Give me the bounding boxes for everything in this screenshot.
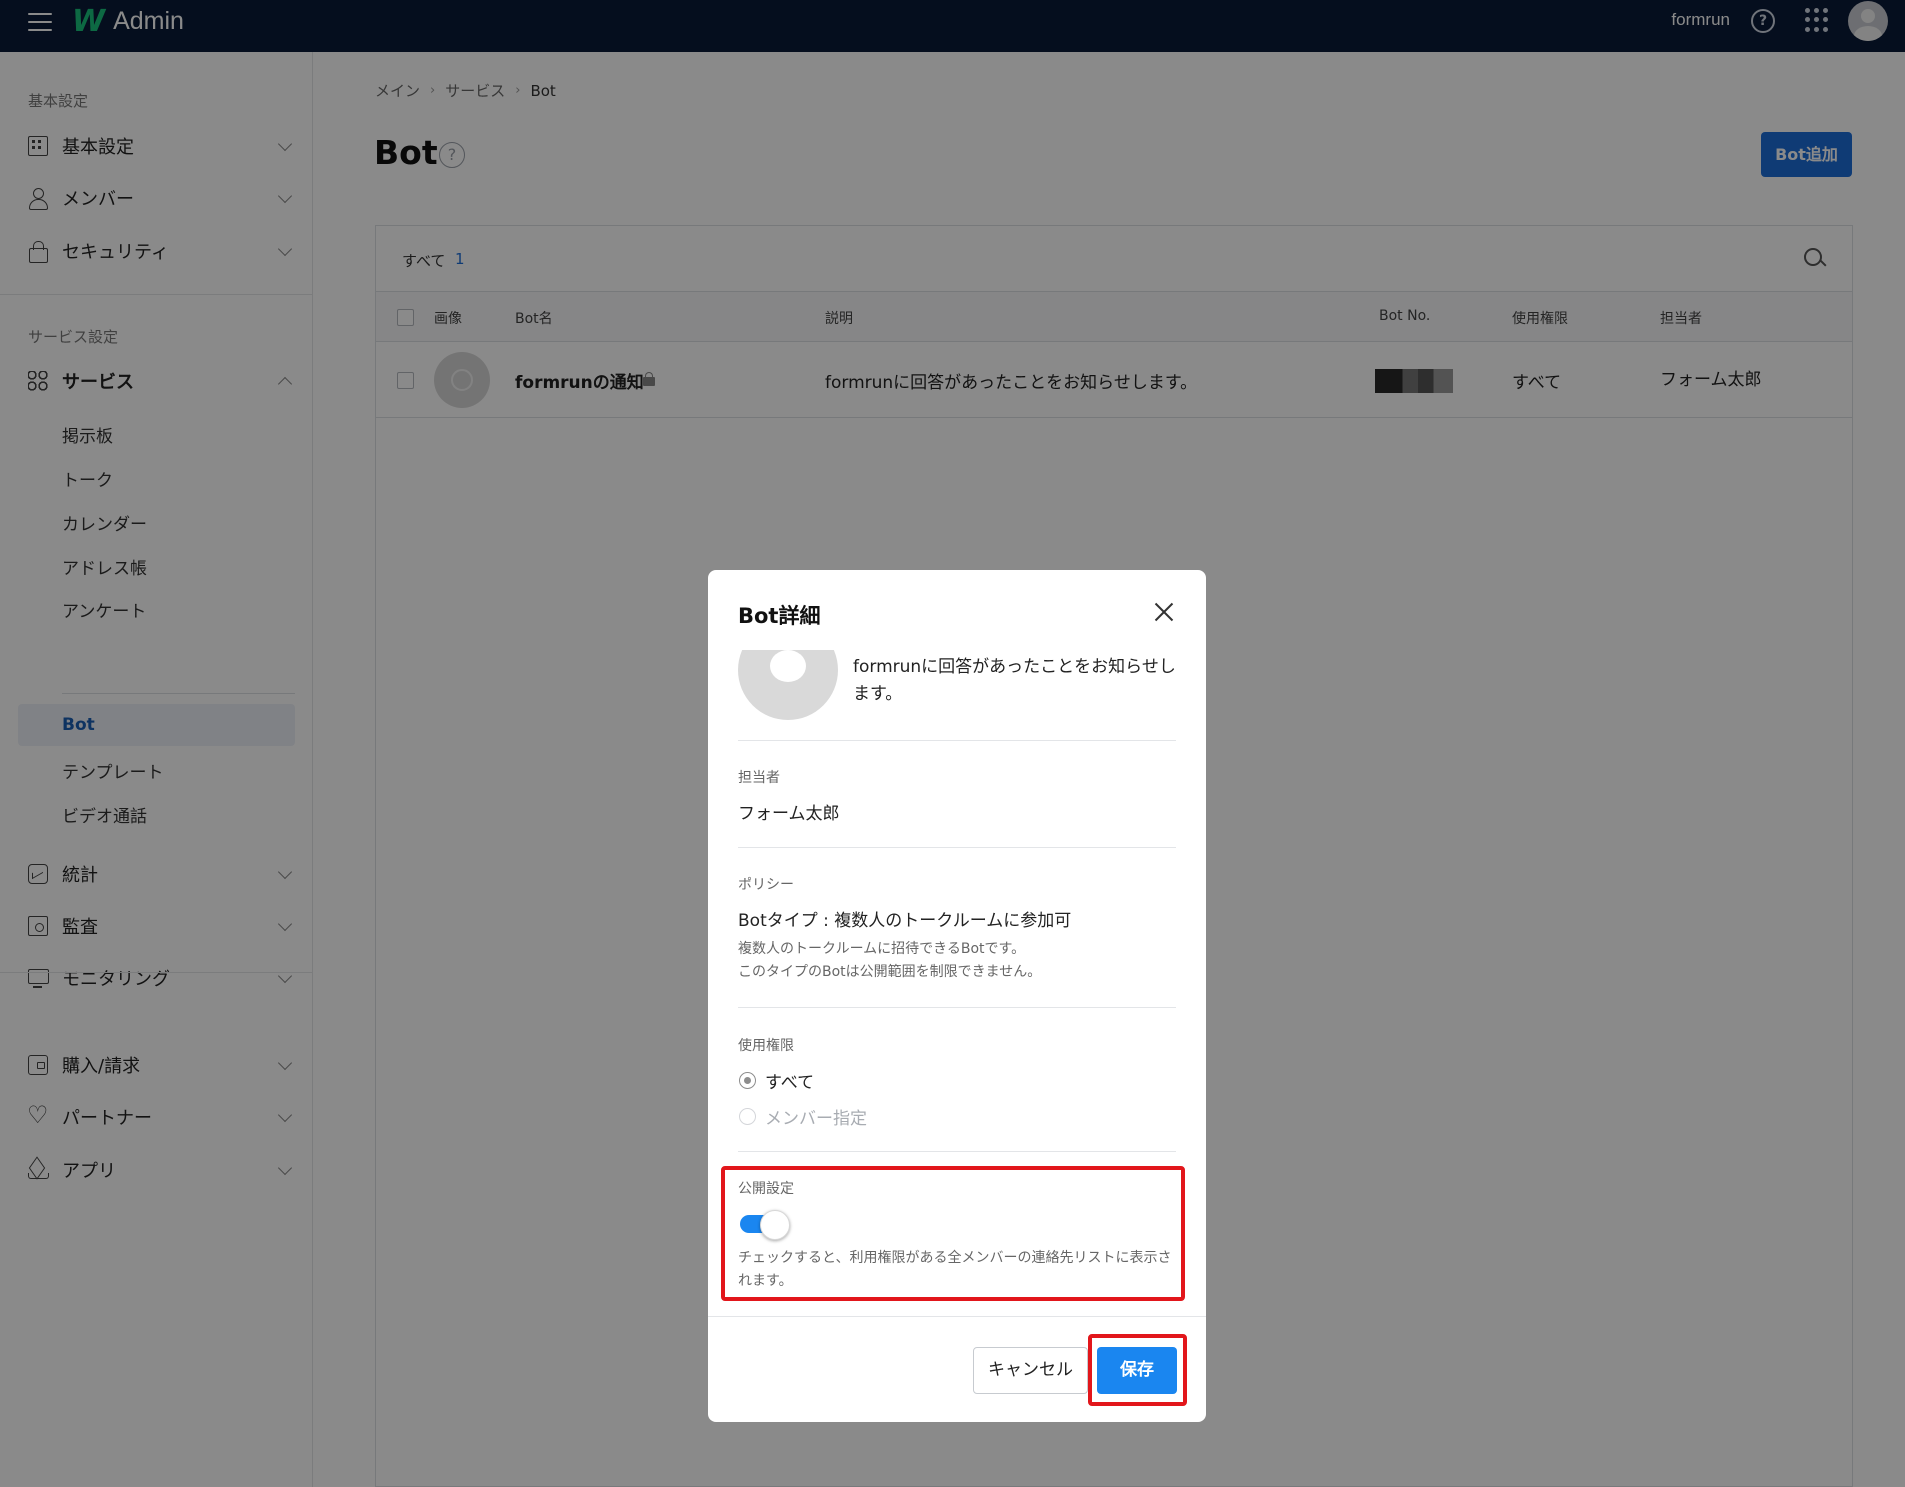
permission-option-all[interactable]: すべて [765,1068,814,1093]
public-setting-help-line: チェックすると、利用権限がある全メンバーの連絡先リストに表示さ [738,1250,1172,1266]
bot-avatar [738,650,838,720]
divider [738,847,1176,848]
public-setting-help-line: れます。 [738,1273,793,1289]
owner-label: 担当者 [738,770,780,786]
public-setting-help: チェックすると、利用権限がある全メンバーの連絡先リストに表示さ れます。 [738,1247,1171,1293]
bot-description-line: ます。 [853,684,903,704]
owner-value: フォーム太郎 [738,804,840,824]
permission-radio-specified [739,1108,756,1125]
divider [738,740,1176,741]
policy-help: 複数人のトークルームに招待できるBotです。 このタイプのBotは公開範囲を制限… [738,938,1041,984]
modal-footer-divider [708,1316,1206,1317]
public-setting-label: 公開設定 [738,1181,794,1197]
permission-radio-all[interactable] [739,1072,756,1089]
bot-detail-modal: Bot詳細 formrunに回答があったことをお知らせし ます。 担当者 フォー… [708,570,1206,1422]
policy-value: Botタイプ : 複数人のトークルームに参加可 [738,911,1072,931]
policy-label: ポリシー [738,877,794,893]
policy-help-line: このタイプのBotは公開範囲を制限できません。 [738,964,1042,980]
bot-description: formrunに回答があったことをお知らせし ます。 [853,654,1183,708]
policy-help-line: 複数人のトークルームに招待できるBotです。 [738,941,1026,957]
public-setting-toggle[interactable] [740,1210,790,1240]
divider [738,1007,1176,1008]
save-button[interactable]: 保存 [1097,1347,1177,1394]
cancel-button[interactable]: キャンセル [973,1347,1088,1394]
permission-option-specified: メンバー指定 [765,1109,867,1129]
permission-label: 使用権限 [738,1038,794,1054]
divider [738,1151,1176,1152]
bot-description-line: formrunに回答があったことをお知らせし [853,657,1176,677]
close-icon[interactable] [1152,600,1176,624]
modal-title: Bot詳細 [738,604,821,628]
